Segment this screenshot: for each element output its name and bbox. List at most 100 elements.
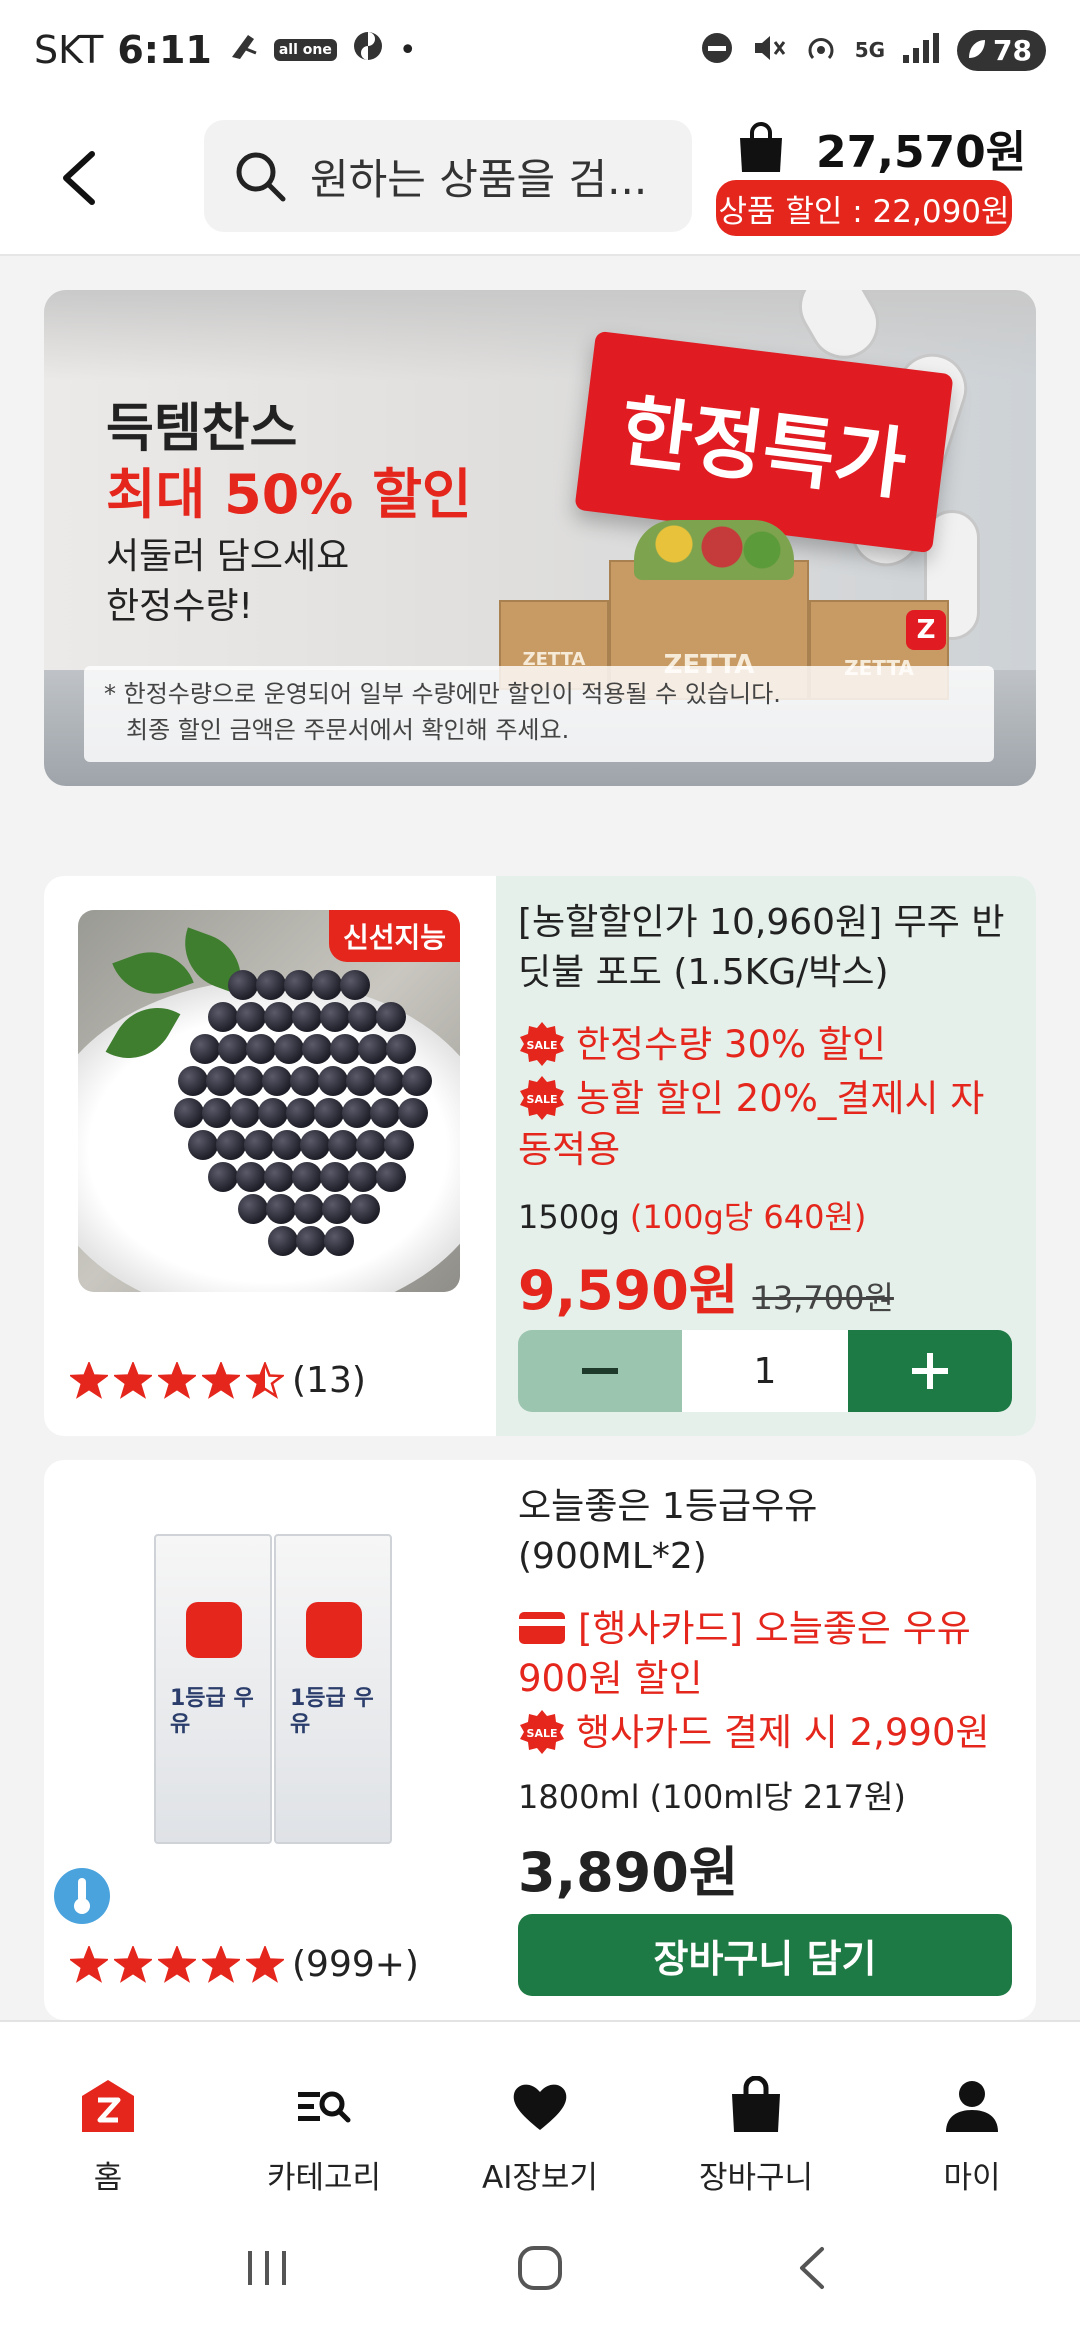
quantity-value[interactable]: 1 bbox=[682, 1330, 848, 1412]
grape-cluster bbox=[78, 910, 460, 1292]
carton-label: 1등급 우유 bbox=[170, 1686, 254, 1737]
sale-icon: SALE bbox=[520, 1021, 564, 1066]
product-image[interactable]: 1등급 우유 1등급 우유 bbox=[154, 1534, 394, 1854]
grape bbox=[218, 1034, 248, 1064]
grape bbox=[208, 1002, 238, 1032]
grape bbox=[266, 1194, 296, 1224]
promo-line: SALE 농할 할인 20%_결제시 자동적용 bbox=[518, 1074, 1018, 1175]
grape bbox=[236, 1002, 266, 1032]
search-input[interactable]: 원하는 상품을 검... bbox=[204, 120, 692, 232]
nav-label: 마이 bbox=[943, 2160, 1001, 2196]
grape bbox=[290, 1066, 320, 1096]
grape bbox=[236, 1162, 266, 1192]
person-icon bbox=[946, 2081, 998, 2132]
grape bbox=[258, 1098, 288, 1128]
search-placeholder: 원하는 상품을 검... bbox=[310, 154, 648, 204]
sale-price: 3,890원 bbox=[518, 1841, 739, 1904]
grape bbox=[318, 1066, 348, 1096]
product-card[interactable]: 신선지능 (13) [농할할인가 10,960원] 무주 반딧불 포도 (1.5… bbox=[44, 876, 1036, 1436]
nav-item-cart[interactable]: 장바구니 bbox=[648, 2022, 864, 2200]
back-arrow-icon bbox=[800, 2247, 825, 2289]
promo-line: SALE 한정수량 30% 할인 bbox=[518, 1020, 1018, 1071]
price-row: 3,890원 bbox=[518, 1828, 739, 1907]
star-full-icon bbox=[158, 1945, 196, 1983]
grape bbox=[292, 1162, 322, 1192]
recent-apps-button[interactable] bbox=[242, 2243, 292, 2297]
grape bbox=[376, 1162, 406, 1192]
grape bbox=[202, 1098, 232, 1128]
grape bbox=[234, 1066, 264, 1096]
grape bbox=[216, 1130, 246, 1160]
sign-text: 한정특가 bbox=[615, 386, 912, 512]
increase-button[interactable] bbox=[848, 1330, 1012, 1412]
z-logo-badge: Z bbox=[906, 610, 946, 650]
star-full-icon bbox=[114, 1945, 152, 1983]
notice-line: * 한정수량으로 운영되어 일부 수량에만 할인이 적용될 수 있습니다. bbox=[104, 680, 781, 708]
back-button[interactable] bbox=[40, 140, 116, 216]
grape bbox=[376, 1002, 406, 1032]
banner-desc-line: 서둘러 담으세요 bbox=[106, 536, 350, 577]
battery-indicator: 78 bbox=[957, 29, 1046, 71]
grape bbox=[286, 1098, 316, 1128]
nav-item-ai-shopping[interactable]: AI장보기 bbox=[432, 2022, 648, 2200]
grape bbox=[320, 1002, 350, 1032]
banner-subtitle: 최대 50% 할인 bbox=[106, 463, 472, 526]
rating-stars bbox=[70, 1361, 290, 1400]
grape bbox=[398, 1098, 428, 1128]
product-discount-badge: 상품 할인 : 22,090원 bbox=[716, 180, 1012, 236]
promo-banner[interactable]: 한정특가 ZETTA ZETTA ZETTA Z 득템찬스 최대 50% 할인 … bbox=[44, 290, 1036, 786]
grapes-photo: 신선지능 bbox=[78, 910, 460, 1292]
grape bbox=[296, 1226, 326, 1256]
product-card[interactable]: 1등급 우유 1등급 우유 (999+) 오늘좋은 1등급우유 (900ML*2… bbox=[44, 1460, 1036, 2020]
carton-label: 1등급 우유 bbox=[290, 1686, 374, 1737]
unit-info: 1500g (100g당 640원) bbox=[518, 1192, 866, 1238]
grape bbox=[312, 970, 342, 1000]
z-logo-text: Z bbox=[916, 615, 936, 645]
nav-item-my[interactable]: 마이 bbox=[864, 2022, 1080, 2200]
home-circle-icon bbox=[517, 2246, 562, 2290]
search-icon bbox=[236, 152, 286, 202]
price-row: 9,590원 13,700원 bbox=[518, 1246, 894, 1325]
milk-carton: 1등급 우유 bbox=[154, 1534, 272, 1844]
recent-apps-icon bbox=[247, 2251, 286, 2285]
grape bbox=[264, 1002, 294, 1032]
grape bbox=[402, 1066, 432, 1096]
product-name[interactable]: 오늘좋은 1등급우유 (900ML*2) bbox=[518, 1482, 1008, 1582]
product-name[interactable]: [농할할인가 10,960원] 무주 반딧불 포도 (1.5KG/박스) bbox=[518, 898, 1008, 998]
clock: 6:11 bbox=[117, 28, 212, 72]
nav-item-home[interactable]: 홈 bbox=[0, 2022, 216, 2200]
system-back-button[interactable] bbox=[788, 2243, 838, 2297]
sale-icon: SALE bbox=[520, 1075, 564, 1120]
grape bbox=[358, 1034, 388, 1064]
cart-total[interactable]: 27,570원 bbox=[736, 118, 1066, 178]
mute-icon bbox=[751, 30, 787, 70]
unit-size: 1800ml bbox=[518, 1778, 640, 1816]
decrease-button[interactable] bbox=[518, 1330, 682, 1412]
produce-pile bbox=[634, 520, 794, 580]
credit-card-icon bbox=[519, 1611, 565, 1644]
chevron-left-icon bbox=[63, 151, 95, 205]
shopping-bag-icon bbox=[732, 2076, 780, 2132]
product-rating: (13) bbox=[70, 1360, 366, 1401]
bottom-navigation: 홈 카테고리 AI장보기 장바구니 마이 bbox=[0, 2020, 1080, 2200]
nav-label: 홈 bbox=[93, 2160, 123, 2196]
swirl-app-icon bbox=[351, 28, 385, 72]
home-button[interactable] bbox=[515, 2243, 565, 2297]
add-to-cart-button[interactable]: 장바구니 담기 bbox=[518, 1914, 1012, 1996]
grape bbox=[292, 1002, 322, 1032]
grape bbox=[346, 1066, 376, 1096]
quantity-stepper[interactable]: 1 bbox=[518, 1330, 1012, 1412]
grape bbox=[356, 1130, 386, 1160]
grape bbox=[178, 1066, 208, 1096]
grape bbox=[328, 1130, 358, 1160]
grape bbox=[342, 1098, 372, 1128]
nav-label: 장바구니 bbox=[698, 2160, 814, 2196]
nav-item-category[interactable]: 카테고리 bbox=[216, 2022, 432, 2200]
grape bbox=[384, 1130, 414, 1160]
grape bbox=[340, 970, 370, 1000]
svg-text:SALE: SALE bbox=[527, 1039, 558, 1052]
notification-app-icon bbox=[226, 28, 260, 72]
grape bbox=[300, 1130, 330, 1160]
banner-description: 서둘러 담으세요 한정수량! bbox=[106, 532, 426, 632]
product-image[interactable]: 신선지능 bbox=[78, 910, 460, 1292]
